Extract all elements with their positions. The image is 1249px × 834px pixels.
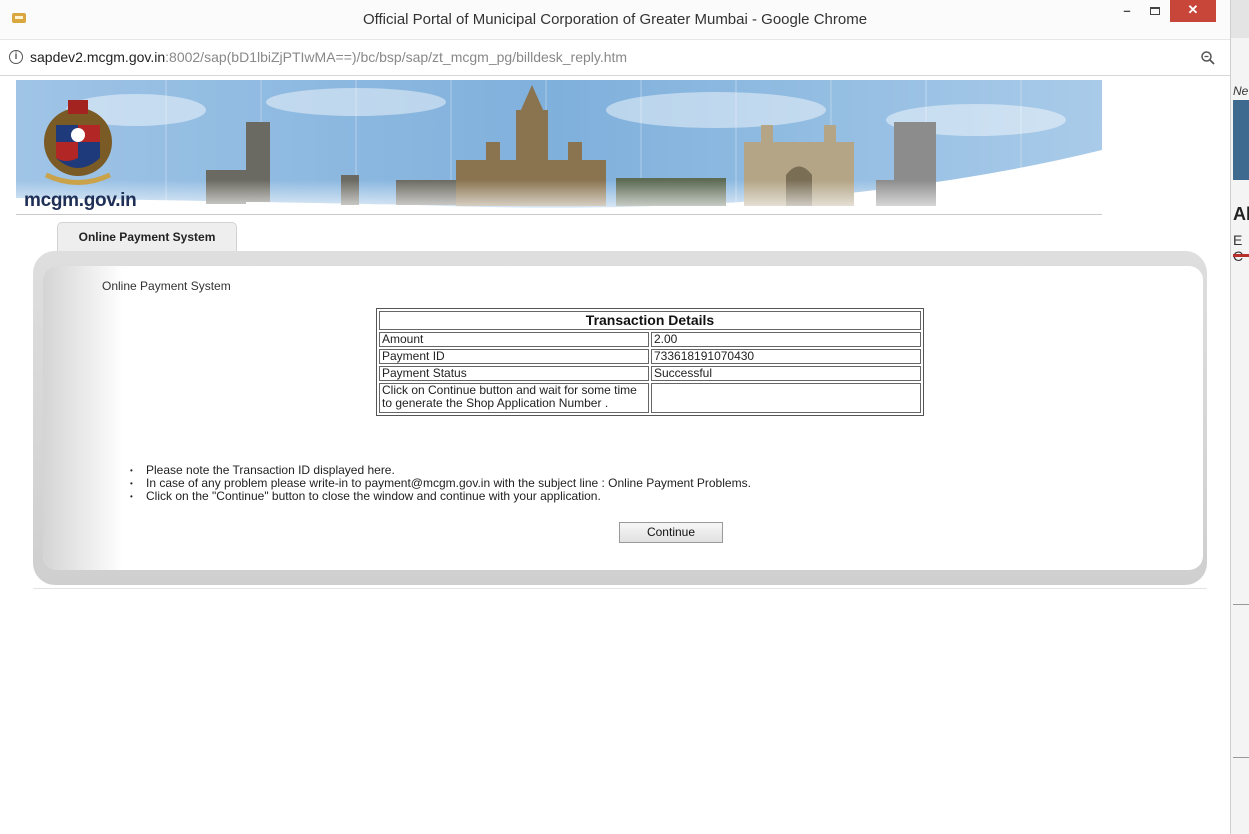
close-button[interactable]: ✕ xyxy=(1170,0,1216,22)
instruction-value xyxy=(651,383,921,413)
table-row: Payment ID 733618191070430 xyxy=(379,349,921,364)
window-titlebar: Official Portal of Municipal Corporation… xyxy=(0,0,1230,40)
banner-divider xyxy=(16,214,1102,215)
amount-label: Amount xyxy=(379,332,649,347)
table-row: Payment Status Successful xyxy=(379,366,921,381)
section-heading: Online Payment System xyxy=(102,279,231,293)
payment-id-label: Payment ID xyxy=(379,349,649,364)
background-banner xyxy=(1233,100,1249,180)
content-panel-shade xyxy=(43,266,123,570)
instruction-text: Click on Continue button and wait for so… xyxy=(379,383,649,413)
window-title: Official Portal of Municipal Corporation… xyxy=(362,11,868,28)
table-row: Click on Continue button and wait for so… xyxy=(379,383,921,413)
payment-id-value: 733618191070430 xyxy=(651,349,921,364)
footer-divider xyxy=(33,588,1207,589)
background-divider xyxy=(1233,604,1249,605)
zoom-icon[interactable] xyxy=(1200,50,1216,66)
instructions-list: Please note the Transaction ID displayed… xyxy=(130,464,751,504)
address-bar[interactable]: i sapdev2.mcgm.gov.in:8002/sap(bD1lbiZjP… xyxy=(0,40,1230,76)
background-divider xyxy=(1233,757,1249,758)
info-icon[interactable]: i xyxy=(9,50,23,64)
maximize-button[interactable] xyxy=(1142,0,1168,24)
url-text[interactable]: sapdev2.mcgm.gov.in:8002/sap(bD1lbiZjPTI… xyxy=(30,49,627,65)
continue-button[interactable]: Continue xyxy=(619,522,723,543)
amount-value: 2.00 xyxy=(651,332,921,347)
background-heading: Al xyxy=(1233,204,1249,224)
url-host: sapdev2.mcgm.gov.in xyxy=(30,49,166,65)
background-subtext: E C xyxy=(1233,232,1243,264)
background-text: Ne xyxy=(1233,84,1249,98)
maximize-icon xyxy=(1150,7,1160,15)
skyline-banner-image xyxy=(16,80,1102,216)
table-header-row: Transaction Details xyxy=(379,311,921,330)
background-accent-line xyxy=(1233,254,1249,257)
list-item: Click on the "Continue" button to close … xyxy=(130,490,751,504)
url-path: :8002/sap(bD1lbiZjPTIwMA==)/bc/bsp/sap/z… xyxy=(165,49,628,65)
minimize-button[interactable]: – xyxy=(1114,0,1140,24)
background-toolbar xyxy=(1231,0,1249,38)
payment-status-value: Successful xyxy=(651,366,921,381)
payment-status-label: Payment Status xyxy=(379,366,649,381)
transaction-details-table: Transaction Details Amount 2.00 Payment … xyxy=(376,308,924,416)
site-banner: mcgm.gov.in xyxy=(16,80,1102,216)
site-name-logo[interactable]: mcgm.gov.in xyxy=(24,190,137,212)
table-row: Amount 2.00 xyxy=(379,332,921,347)
tab-online-payment-system[interactable]: Online Payment System xyxy=(57,222,237,252)
background-window: Ne Al E C xyxy=(1230,0,1249,834)
table-title: Transaction Details xyxy=(379,311,921,330)
